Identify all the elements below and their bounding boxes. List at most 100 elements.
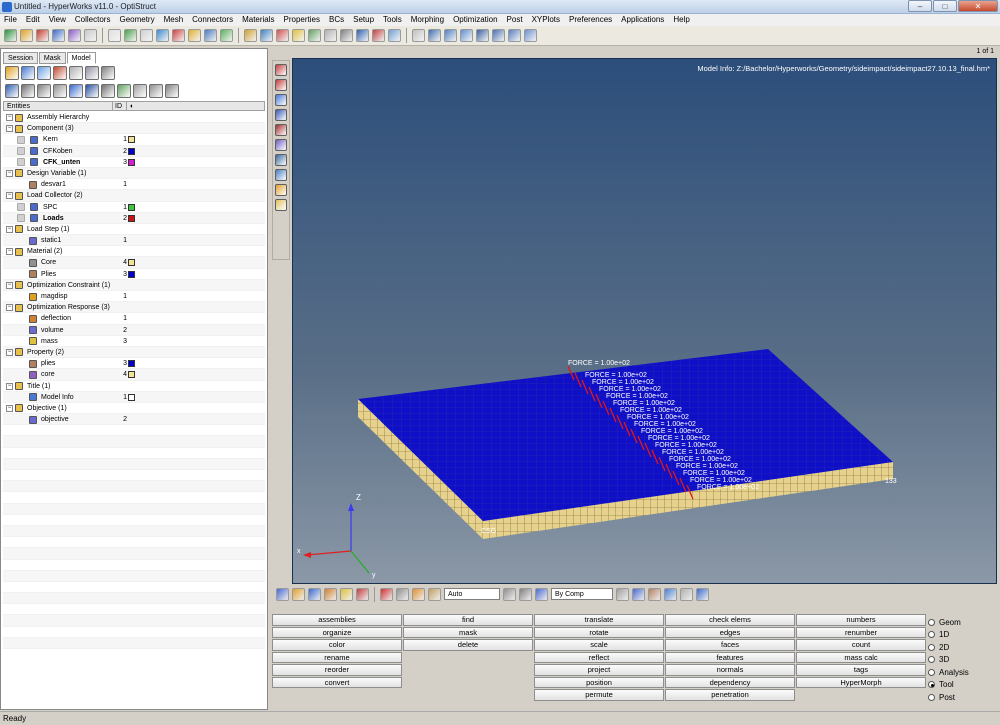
panel-button-numbers[interactable]: numbers xyxy=(796,614,926,626)
display-mode-combo[interactable]: Auto xyxy=(444,588,500,600)
browser-tool-icon[interactable] xyxy=(69,84,83,98)
panel-button-rotate[interactable]: rotate xyxy=(534,626,664,638)
toolbar-tool-icon[interactable] xyxy=(428,29,441,42)
radio-button-icon[interactable] xyxy=(928,668,935,676)
toolbar-tool-icon[interactable] xyxy=(260,29,273,42)
view-tool-icon[interactable] xyxy=(275,199,287,211)
graphics-viewport[interactable]: Model Info: Z:/Bachelor/Hyperworks/Geome… xyxy=(292,58,997,584)
tab-mask[interactable]: Mask xyxy=(38,52,66,64)
entities-column-header[interactable]: Entities xyxy=(7,102,30,111)
tree-folder[interactable]: − Property (2) xyxy=(3,346,265,359)
collapse-toggle-icon[interactable]: − xyxy=(6,114,13,121)
panel-button-renumber[interactable]: renumber xyxy=(796,626,926,638)
toolbar-tool-icon[interactable] xyxy=(492,29,505,42)
display-tool-icon[interactable] xyxy=(412,587,425,601)
menu-setup[interactable]: Setup xyxy=(353,14,374,26)
tree-folder[interactable]: − Optimization Constraint (1) xyxy=(3,279,265,291)
tree-item[interactable]: core 4 xyxy=(3,369,265,381)
toolbar-tool-icon[interactable] xyxy=(108,29,121,42)
panel-button-color[interactable]: color xyxy=(272,639,402,651)
display-tool-icon[interactable] xyxy=(356,587,369,601)
id-column-header[interactable]: ID xyxy=(112,102,122,111)
menu-optimization[interactable]: Optimization xyxy=(453,14,497,26)
visibility-icon[interactable] xyxy=(17,147,25,156)
browser-tool-icon[interactable] xyxy=(133,84,147,98)
color-swatch[interactable] xyxy=(128,393,135,401)
collapse-toggle-icon[interactable]: − xyxy=(6,248,13,256)
panel-button-organize[interactable]: organize xyxy=(272,626,402,638)
view-tool-icon[interactable] xyxy=(275,94,287,106)
visibility-icon[interactable] xyxy=(17,203,25,211)
toolbar-tool-icon[interactable] xyxy=(524,29,537,42)
radio-1d[interactable]: 1D xyxy=(928,629,969,642)
display-tool-icon[interactable] xyxy=(664,587,677,601)
panel-button-delete[interactable]: delete xyxy=(403,639,533,651)
panel-button-project[interactable]: project xyxy=(534,664,664,676)
tree-item[interactable]: objective 2 xyxy=(3,414,265,426)
panel-button-reorder[interactable]: reorder xyxy=(272,664,402,676)
color-swatch[interactable] xyxy=(128,360,135,368)
toolbar-tool-icon[interactable] xyxy=(188,29,201,42)
toolbar-tool-icon[interactable] xyxy=(84,29,97,42)
menu-collectors[interactable]: Collectors xyxy=(75,14,111,26)
radio-analysis[interactable]: Analysis xyxy=(928,666,969,679)
panel-button-mass-calc[interactable]: mass calc xyxy=(796,651,926,663)
minimize-button[interactable]: – xyxy=(908,0,932,12)
browser-tool-icon[interactable] xyxy=(37,84,51,98)
panel-button-convert[interactable]: convert xyxy=(272,676,402,688)
toolbar-tool-icon[interactable] xyxy=(340,29,353,42)
radio-geom[interactable]: Geom xyxy=(928,616,969,629)
tree-folder[interactable]: − Component (3) xyxy=(3,123,265,135)
radio-button-icon[interactable] xyxy=(928,681,935,689)
tree-folder[interactable]: − Assembly Hierarchy xyxy=(3,112,265,124)
tree-item[interactable]: deflection 1 xyxy=(3,313,265,325)
collapse-toggle-icon[interactable]: − xyxy=(6,304,13,312)
panel-button-translate[interactable]: translate xyxy=(534,614,664,626)
tree-folder[interactable]: − Load Collector (2) xyxy=(3,190,265,202)
toolbar-tool-icon[interactable] xyxy=(372,29,385,42)
collapse-toggle-icon[interactable]: − xyxy=(6,382,13,390)
model-canvas[interactable]: FORCE = 1.00e+02FORCE = 1.00e+02FORCE = … xyxy=(293,59,998,585)
radio-button-icon[interactable] xyxy=(928,656,935,664)
view-tool-icon[interactable] xyxy=(275,169,287,181)
menu-xyplots[interactable]: XYPlots xyxy=(532,14,560,26)
display-tool-icon[interactable] xyxy=(519,587,532,601)
panel-button-scale[interactable]: scale xyxy=(534,639,664,651)
tree-item[interactable]: CFK_unten 3 xyxy=(3,157,265,168)
radio-post[interactable]: Post xyxy=(928,691,969,704)
browser-tool-icon[interactable] xyxy=(53,84,67,98)
display-tool-icon[interactable] xyxy=(503,587,516,601)
browser-tool-icon[interactable] xyxy=(21,66,35,80)
radio-3d[interactable]: 3D xyxy=(928,654,969,667)
collapse-toggle-icon[interactable]: − xyxy=(6,348,13,356)
tree-folder[interactable]: − Design Variable (1) xyxy=(3,167,265,180)
toolbar-tool-icon[interactable] xyxy=(124,29,137,42)
color-column-header[interactable]: ◐ xyxy=(126,102,134,111)
panel-button-penetration[interactable]: penetration xyxy=(665,689,795,701)
color-swatch[interactable] xyxy=(128,270,135,278)
panel-button-rename[interactable]: rename xyxy=(272,651,402,663)
view-tool-icon[interactable] xyxy=(275,184,287,196)
display-tool-icon[interactable] xyxy=(680,587,693,601)
panel-button-edges[interactable]: edges xyxy=(665,626,795,638)
display-tool-icon[interactable] xyxy=(632,587,645,601)
color-swatch[interactable] xyxy=(128,214,135,222)
view-tool-icon[interactable] xyxy=(275,79,287,91)
toolbar-tool-icon[interactable] xyxy=(476,29,489,42)
panel-button-hypermorph[interactable]: HyperMorph xyxy=(796,676,926,688)
browser-tool-icon[interactable] xyxy=(165,84,179,98)
radio-button-icon[interactable] xyxy=(928,693,935,701)
panel-button-find[interactable]: find xyxy=(403,614,533,626)
panel-button-tags[interactable]: tags xyxy=(796,664,926,676)
color-swatch[interactable] xyxy=(128,136,135,144)
browser-tool-icon[interactable] xyxy=(21,84,35,98)
color-mode-combo[interactable]: By Comp xyxy=(551,588,613,600)
radio-button-icon[interactable] xyxy=(928,631,935,639)
menu-applications[interactable]: Applications xyxy=(621,14,664,26)
menu-view[interactable]: View xyxy=(49,14,66,26)
maximize-button[interactable]: □ xyxy=(933,0,957,12)
browser-tool-icon[interactable] xyxy=(117,84,131,98)
browser-tool-icon[interactable] xyxy=(149,84,163,98)
panel-button-dependency[interactable]: dependency xyxy=(665,676,795,688)
color-swatch[interactable] xyxy=(128,371,135,379)
